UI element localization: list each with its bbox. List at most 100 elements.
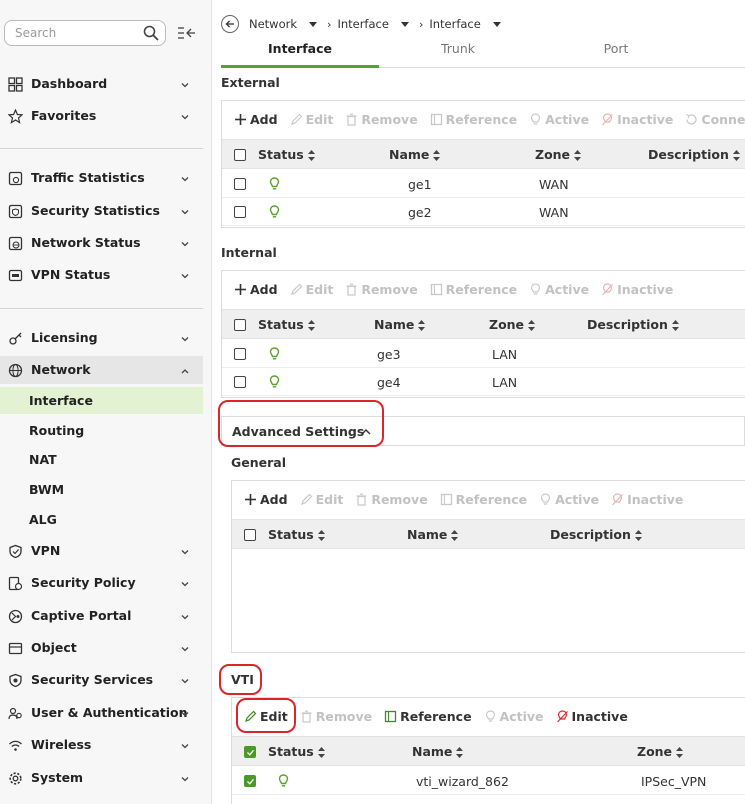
sidebar-item-licensing[interactable]: Licensing xyxy=(0,324,203,352)
description-column-header[interactable]: Description xyxy=(550,527,642,542)
row-checkbox[interactable] xyxy=(244,746,256,758)
sidebar-subitem-0[interactable]: Interface xyxy=(0,387,203,414)
tab-port[interactable]: Port xyxy=(537,41,695,56)
sidebar-item-favorites[interactable]: Favorites xyxy=(0,102,203,130)
sidebar-item-vpn-status[interactable]: VPN Status xyxy=(0,261,203,289)
sidebar-item-security-services[interactable]: Security Services xyxy=(0,666,203,694)
sort-icon[interactable] xyxy=(634,530,642,541)
sidebar-item-security-policy[interactable]: Security Policy xyxy=(0,569,203,597)
sidebar-subitem-1[interactable]: Routing xyxy=(0,417,203,444)
status-column-header[interactable]: Status xyxy=(268,744,325,759)
zone-column-header[interactable]: Zone xyxy=(489,317,536,332)
table-row[interactable]: ge4 LAN xyxy=(222,368,745,396)
sidebar-item-security-statistics[interactable]: Security Statistics xyxy=(0,197,203,225)
remove-button[interactable]: Remove xyxy=(345,112,418,127)
sort-icon[interactable] xyxy=(451,530,459,541)
sort-icon[interactable] xyxy=(307,320,315,331)
sidebar-subitem-2[interactable]: NAT xyxy=(0,446,203,473)
sidebar-item-wireless[interactable]: Wireless xyxy=(0,731,203,759)
remove-button[interactable]: Remove xyxy=(300,709,372,724)
inactive-button[interactable]: Inactive xyxy=(556,709,628,724)
row-checkbox[interactable] xyxy=(244,775,256,787)
add-button[interactable]: Add xyxy=(234,112,278,127)
row-checkbox[interactable] xyxy=(234,206,246,218)
sort-icon[interactable] xyxy=(671,320,679,331)
sort-icon[interactable] xyxy=(317,530,325,541)
edit-button[interactable]: Edit xyxy=(290,112,333,127)
active-button[interactable]: Active xyxy=(539,492,599,507)
table-row[interactable]: ge1 WAN xyxy=(222,170,745,198)
status-column-header[interactable]: Status xyxy=(258,317,315,332)
sort-icon[interactable] xyxy=(732,150,740,161)
connect-button[interactable]: Connect xyxy=(685,112,745,127)
add-button[interactable]: Add xyxy=(244,492,288,507)
breadcrumb-interface[interactable]: Interface xyxy=(337,17,389,31)
search-input[interactable] xyxy=(15,25,135,41)
tab-interface[interactable]: Interface xyxy=(221,41,379,56)
status-column-header[interactable]: Status xyxy=(268,527,325,542)
reference-button[interactable]: Reference xyxy=(430,282,517,297)
row-checkbox[interactable] xyxy=(244,529,256,541)
row-checkbox[interactable] xyxy=(234,348,246,360)
sort-icon[interactable] xyxy=(456,747,464,758)
add-button[interactable]: Add xyxy=(234,282,278,297)
table-row[interactable]: ge2 WAN xyxy=(222,198,745,226)
active-button[interactable]: Active xyxy=(529,112,589,127)
sort-icon[interactable] xyxy=(307,150,315,161)
inactive-button[interactable]: Inactive xyxy=(601,112,673,127)
sort-icon[interactable] xyxy=(317,747,325,758)
back-button[interactable] xyxy=(221,15,239,33)
chevron-down-icon[interactable] xyxy=(492,21,501,27)
row-checkbox[interactable] xyxy=(234,149,246,161)
row-checkbox[interactable] xyxy=(234,319,246,331)
table-row[interactable]: vti_wizard_862 IPSec_VPN xyxy=(232,767,745,795)
sidebar-item-captive-portal[interactable]: Captive Portal xyxy=(0,602,203,630)
sidebar-subitem-4[interactable]: ALG xyxy=(0,506,203,533)
name-column-header[interactable]: Name xyxy=(374,317,426,332)
advanced-settings-toggle[interactable]: Advanced Settings xyxy=(221,416,745,446)
breadcrumb-network[interactable]: Network xyxy=(249,17,297,31)
breadcrumb-interface-current[interactable]: Interface xyxy=(429,17,481,31)
sidebar-item-system[interactable]: System xyxy=(0,764,203,792)
description-column-header[interactable]: Description xyxy=(648,147,740,162)
sidebar-item-dashboard[interactable]: Dashboard xyxy=(0,70,203,98)
sidebar-item-object[interactable]: Object xyxy=(0,634,203,662)
reference-button[interactable]: Reference xyxy=(384,709,472,724)
remove-button[interactable]: Remove xyxy=(355,492,428,507)
description-column-header[interactable]: Description xyxy=(587,317,679,332)
active-button[interactable]: Active xyxy=(529,282,589,297)
name-column-header[interactable]: Name xyxy=(407,527,459,542)
sort-icon[interactable] xyxy=(433,150,441,161)
reference-button[interactable]: Reference xyxy=(430,112,517,127)
remove-button[interactable]: Remove xyxy=(345,282,418,297)
name-column-header[interactable]: Name xyxy=(412,744,464,759)
edit-button[interactable]: Edit xyxy=(290,282,333,297)
sort-icon[interactable] xyxy=(418,320,426,331)
inactive-button[interactable]: Inactive xyxy=(601,282,673,297)
collapse-sidebar-icon[interactable] xyxy=(176,25,196,41)
table-row[interactable]: ge3 LAN xyxy=(222,340,745,368)
sidebar-item-vpn[interactable]: VPN xyxy=(0,537,203,565)
zone-column-header[interactable]: Zone xyxy=(637,744,684,759)
row-checkbox[interactable] xyxy=(234,376,246,388)
search-icon[interactable] xyxy=(143,25,159,41)
status-column-header[interactable]: Status xyxy=(258,147,315,162)
edit-button[interactable]: Edit xyxy=(244,709,288,724)
zone-column-header[interactable]: Zone xyxy=(535,147,582,162)
sidebar-item-network-status[interactable]: Network Status xyxy=(0,229,203,257)
sort-icon[interactable] xyxy=(528,320,536,331)
chevron-down-icon[interactable] xyxy=(309,21,318,27)
search-box[interactable] xyxy=(4,20,166,46)
name-column-header[interactable]: Name xyxy=(389,147,441,162)
sidebar-subitem-3[interactable]: BWM xyxy=(0,476,203,503)
edit-button[interactable]: Edit xyxy=(300,492,343,507)
sidebar-item-traffic-statistics[interactable]: Traffic Statistics xyxy=(0,164,203,192)
active-button[interactable]: Active xyxy=(484,709,544,724)
sort-icon[interactable] xyxy=(676,747,684,758)
row-checkbox[interactable] xyxy=(234,178,246,190)
sidebar-item-user-authentication[interactable]: User & Authentication xyxy=(0,699,203,727)
reference-button[interactable]: Reference xyxy=(440,492,527,507)
sort-icon[interactable] xyxy=(574,150,582,161)
sidebar-item-network[interactable]: Network xyxy=(0,356,203,384)
inactive-button[interactable]: Inactive xyxy=(611,492,683,507)
